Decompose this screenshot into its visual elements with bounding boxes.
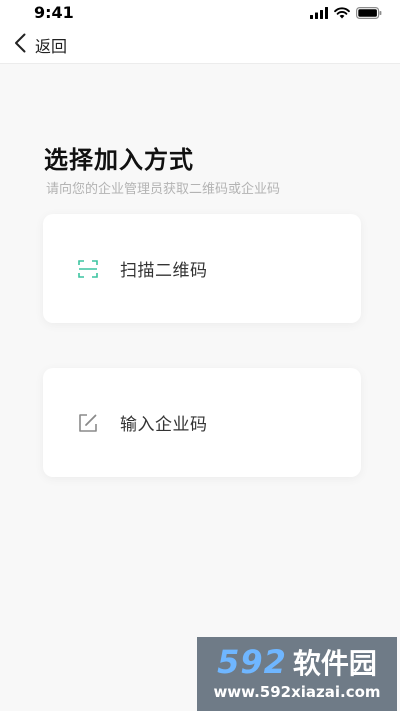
page-title: 选择加入方式 [44, 146, 194, 174]
cellular-signal-icon [310, 4, 328, 23]
watermark-brand: 592 软件园 [197, 643, 397, 681]
watermark-brand-number: 592 [217, 643, 287, 681]
scan-qr-icon [77, 258, 99, 280]
site-watermark: 592 软件园 www.592xiazai.com [197, 637, 397, 711]
chevron-left-icon [14, 33, 26, 57]
enter-code-option-card[interactable]: 输入企业码 [43, 368, 361, 477]
back-label: 返回 [35, 36, 68, 56]
back-button[interactable]: 返回 [0, 26, 77, 64]
wifi-icon [334, 4, 350, 23]
enter-code-label: 输入企业码 [120, 415, 208, 435]
app-screen: 9:41 返回 选择加入方式 请向您的企业管理员获取二维码或企业码 扫描二维码 … [0, 0, 400, 711]
watermark-url: www.592xiazai.com [213, 683, 381, 701]
status-time: 9:41 [34, 3, 74, 22]
edit-icon [77, 412, 99, 434]
page-subtitle: 请向您的企业管理员获取二维码或企业码 [46, 182, 281, 197]
scan-qr-label: 扫描二维码 [120, 261, 208, 281]
scan-qr-option-card[interactable]: 扫描二维码 [43, 214, 361, 323]
watermark-brand-text: 软件园 [292, 647, 377, 680]
status-bar: 9:41 [0, 0, 400, 26]
status-icons [310, 6, 382, 20]
battery-icon [356, 4, 382, 23]
nav-bar: 返回 [0, 26, 400, 64]
